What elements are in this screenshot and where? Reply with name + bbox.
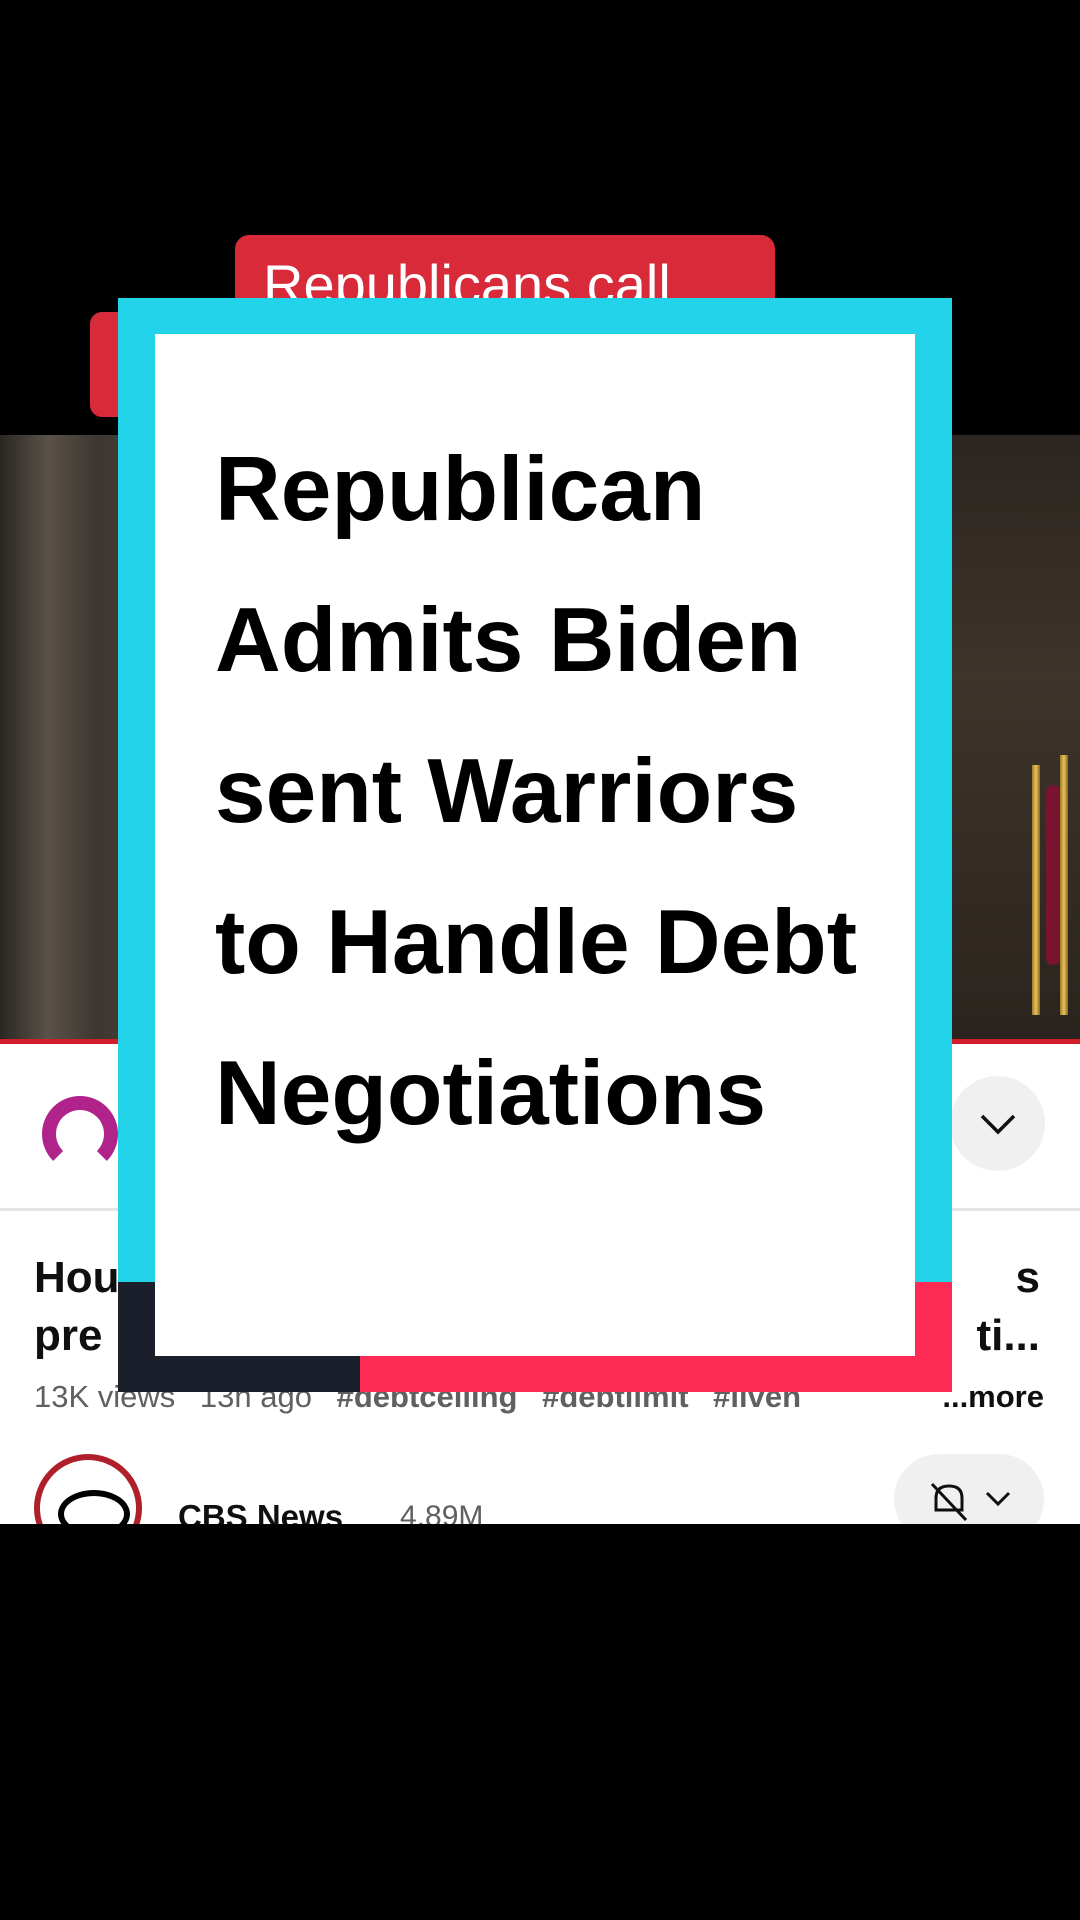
expand-button[interactable] xyxy=(950,1076,1045,1171)
notification-bell-button[interactable] xyxy=(894,1454,1044,1524)
cbs-eye-logo xyxy=(58,1490,130,1524)
chevron-down-icon xyxy=(980,1114,1015,1134)
channel-row: CBS News 4.89M xyxy=(34,1454,1044,1524)
subscriber-count: 4.89M xyxy=(400,1500,484,1524)
more-link[interactable]: ...more xyxy=(936,1379,1044,1415)
overlay-headline: Republican Admits Biden sent Warriors to… xyxy=(215,439,858,1144)
channel-logo[interactable] xyxy=(42,1096,118,1172)
channel-avatar[interactable] xyxy=(34,1454,142,1524)
brass-post xyxy=(1032,765,1040,1015)
channel-name[interactable]: CBS News xyxy=(178,1498,343,1524)
bottom-letterbox xyxy=(0,1524,1080,1920)
video-frame-right xyxy=(940,435,1080,1040)
chevron-down-icon xyxy=(985,1491,1011,1507)
bell-muted-icon xyxy=(930,1482,968,1522)
overlay-card: Republican Admits Biden sent Warriors to… xyxy=(155,334,915,1356)
brass-post xyxy=(1060,755,1068,1015)
velvet-rope xyxy=(1046,785,1060,965)
